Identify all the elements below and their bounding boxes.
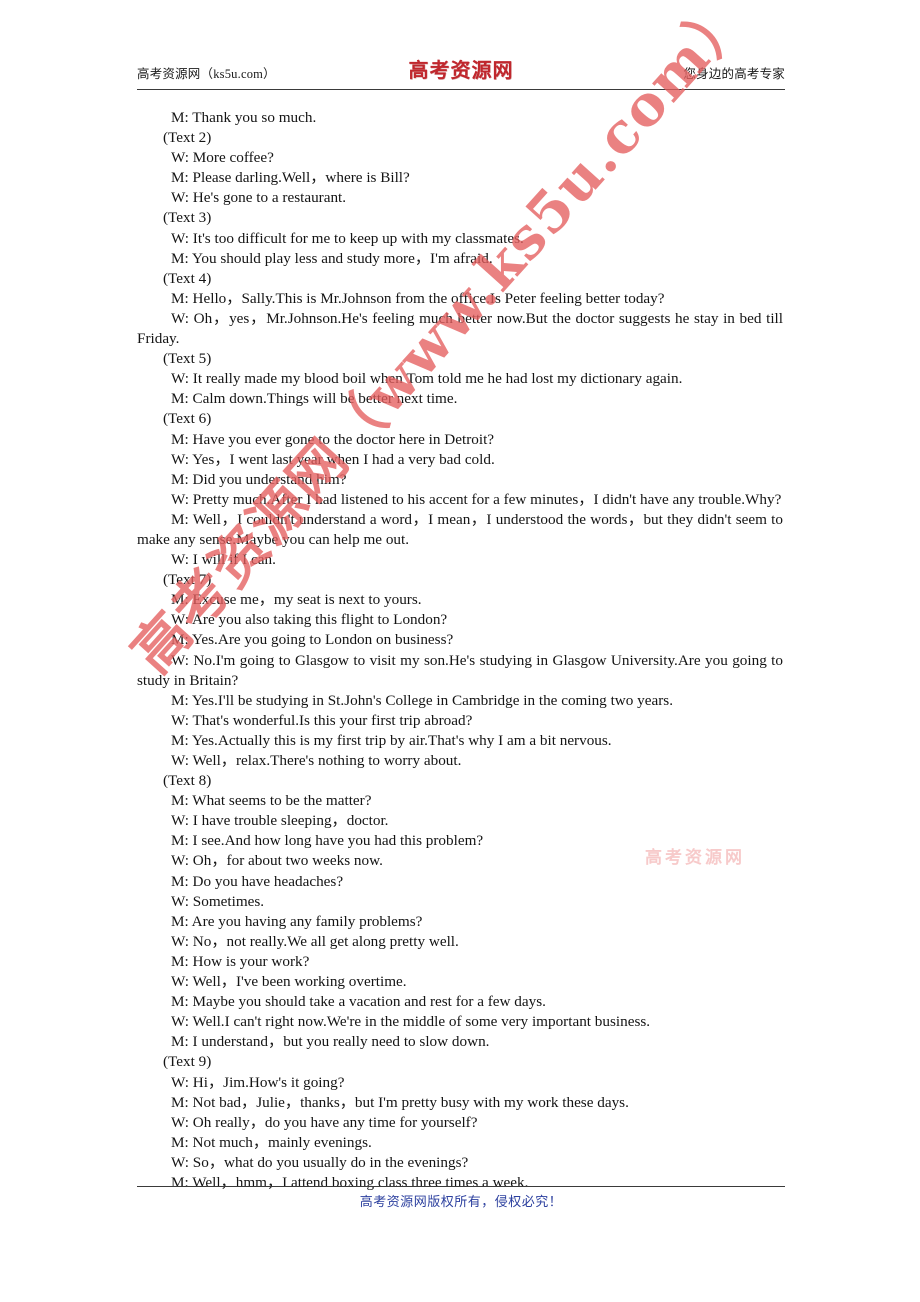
dialogue-line: M: You should play less and study more，I… bbox=[171, 249, 493, 267]
dialogue-line: M: Thank you so much. bbox=[171, 109, 317, 126]
dialogue-line: W: He's gone to a restaurant. bbox=[171, 189, 347, 207]
dialogue-line: W: So，what do you usually do in the even… bbox=[171, 1153, 469, 1171]
dialogue-line: W: I have trouble sleeping，doctor. bbox=[171, 812, 389, 830]
dialogue-line: M: What seems to be the matter? bbox=[171, 792, 372, 810]
dialogue-line: W: Hi，Jim.How's it going? bbox=[171, 1073, 345, 1091]
dialogue-line: W: Oh，yes，Mr.Johnson.He's feeling much b… bbox=[137, 309, 787, 348]
dialogue-line: W: Pretty much.After I had listened to h… bbox=[171, 490, 782, 508]
dialogue-line: M: I see.And how long have you had this … bbox=[171, 832, 484, 850]
text-marker: (Text 5) bbox=[163, 350, 212, 368]
dialogue-line: W: It really made my blood boil when Tom… bbox=[171, 370, 683, 388]
dialogue-line: W: I will if I can. bbox=[171, 551, 276, 569]
text-marker: (Text 9) bbox=[163, 1053, 212, 1071]
dialogue-line: M: Are you having any family problems? bbox=[171, 912, 423, 930]
dialogue-line: M: Hello，Sally.This is Mr.Johnson from t… bbox=[171, 289, 665, 307]
dialogue-line: M: Yes.I'll be studying in St.John's Col… bbox=[171, 691, 673, 709]
document-page: 高考资源网（ks5u.com） 高考资源网 您身边的高考专家 M: Thank … bbox=[0, 0, 920, 1302]
dialogue-line: W: No，not really.We all get along pretty… bbox=[171, 932, 459, 950]
dialogue-line: M: Please darling.Well，where is Bill? bbox=[171, 169, 410, 187]
listening-script-body: M: Thank you so much. (Text 2) W: More cof… bbox=[137, 108, 783, 1193]
dialogue-line: W: Yes，I went last year when I had a ver… bbox=[171, 450, 495, 468]
dialogue-line: M: How is your work? bbox=[171, 952, 310, 970]
dialogue-line: W: That's wonderful.Is this your first t… bbox=[171, 711, 473, 729]
dialogue-line: M: Not bad，Julie，thanks，but I'm pretty b… bbox=[171, 1093, 629, 1111]
dialogue-line: W: Are you also taking this flight to Lo… bbox=[171, 611, 448, 629]
page-header: 高考资源网（ks5u.com） 高考资源网 您身边的高考专家 bbox=[137, 58, 785, 92]
header-slogan: 您身边的高考专家 bbox=[683, 67, 785, 81]
dialogue-line: M: Yes.Are you going to London on busine… bbox=[171, 631, 454, 649]
header-site-name: 高考资源网（ks5u.com） bbox=[137, 67, 276, 81]
dialogue-line: M: Maybe you should take a vacation and … bbox=[171, 993, 546, 1011]
dialogue-line: M: Do you have headaches? bbox=[171, 872, 344, 890]
text-marker: (Text 7) bbox=[163, 571, 212, 589]
dialogue-line: W: Sometimes. bbox=[171, 892, 265, 910]
dialogue-line: M: I understand，but you really need to s… bbox=[171, 1033, 490, 1051]
dialogue-line: W: Oh，for about two weeks now. bbox=[171, 852, 383, 870]
text-marker: (Text 3) bbox=[163, 209, 212, 227]
text-marker: (Text 4) bbox=[163, 269, 212, 287]
dialogue-line: M: Yes.Actually this is my first trip by… bbox=[171, 731, 612, 749]
dialogue-line: W: It's too difficult for me to keep up … bbox=[171, 229, 524, 247]
dialogue-line: W: Well，I've been working overtime. bbox=[171, 973, 407, 991]
dialogue-line: W: More coffee? bbox=[171, 149, 274, 167]
header-divider bbox=[137, 89, 785, 90]
footer-divider bbox=[137, 1186, 785, 1187]
dialogue-line: M: Not much，mainly evenings. bbox=[171, 1133, 372, 1151]
dialogue-line: M: Well，I couldn't understand a word，I m… bbox=[137, 510, 787, 548]
header-logo: 高考资源网 bbox=[408, 58, 514, 82]
dialogue-line: M: Calm down.Things will be better next … bbox=[171, 390, 458, 408]
text-marker: (Text 8) bbox=[163, 772, 212, 790]
dialogue-line: W: Oh really，do you have any time for yo… bbox=[171, 1113, 478, 1131]
dialogue-line: M: Did you understand him? bbox=[171, 470, 347, 488]
dialogue-line: W: No.I'm going to Glasgow to visit my s… bbox=[137, 651, 787, 689]
text-marker: (Text 6) bbox=[163, 410, 212, 428]
footer-copyright: 高考资源网版权所有，侵权必究！ bbox=[359, 1194, 563, 1209]
dialogue-line: W: Well，relax.There's nothing to worry a… bbox=[171, 752, 462, 769]
dialogue-line: M: Excuse me，my seat is next to yours. bbox=[171, 591, 422, 609]
dialogue-line: M: Have you ever gone to the doctor here… bbox=[171, 430, 495, 448]
text-marker: (Text 2) bbox=[163, 129, 212, 147]
dialogue-line: W: Well.I can't right now.We're in the m… bbox=[171, 1013, 651, 1031]
